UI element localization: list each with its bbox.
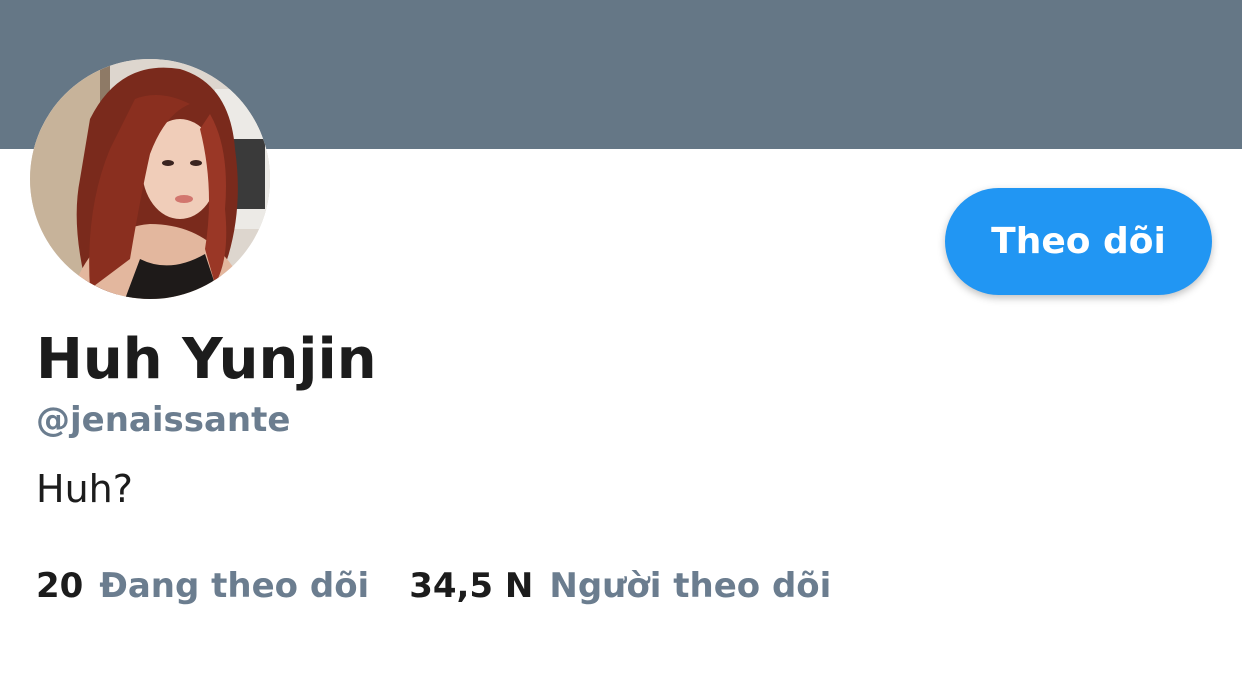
profile-stats: 20 Đang theo dõi 34,5 N Người theo dõi [36, 569, 831, 603]
following-count: 20 [36, 566, 84, 606]
following-stat[interactable]: 20 Đang theo dõi [36, 569, 369, 603]
username-handle: @jenaissante [36, 400, 291, 440]
followers-label: Người theo dõi [549, 566, 832, 606]
following-label: Đang theo dõi [99, 566, 370, 606]
follow-button[interactable]: Theo dõi [945, 188, 1212, 295]
display-name: Huh Yunjin [36, 327, 377, 392]
profile-bio: Huh? [36, 467, 133, 511]
followers-stat[interactable]: 34,5 N Người theo dõi [409, 569, 831, 603]
avatar-photo [30, 59, 270, 299]
avatar[interactable] [30, 59, 270, 299]
followers-count: 34,5 N [409, 566, 534, 606]
